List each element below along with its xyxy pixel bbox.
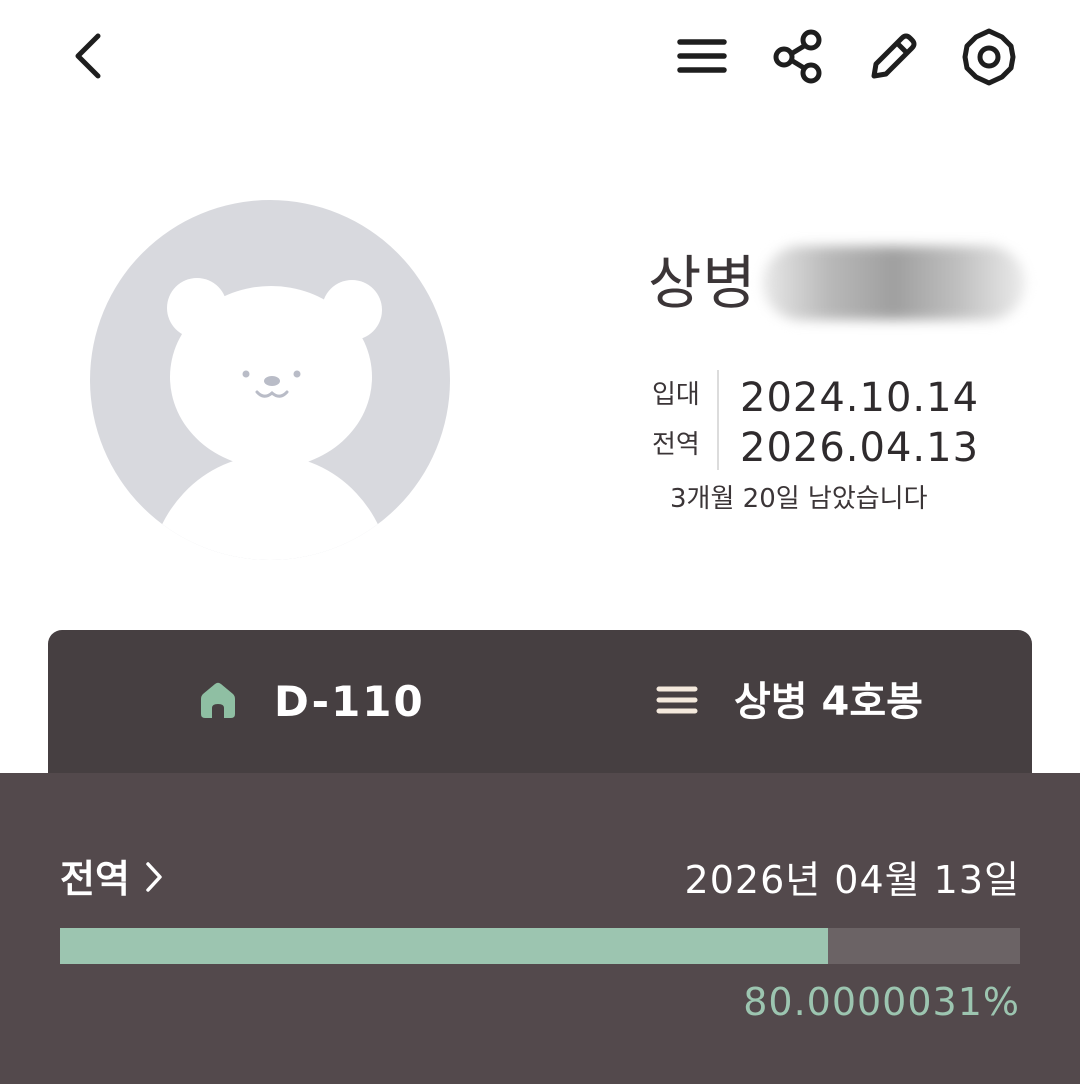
progress-label: 전역: [60, 857, 130, 901]
dday-counter: D-110: [274, 677, 425, 726]
discharge-full-date: 2026년 04월 13일: [684, 858, 1020, 902]
bear-avatar-icon[interactable]: [90, 200, 450, 560]
discharge-progress-section: 전역 2026년 04월 13일 80.0000031%: [0, 773, 1080, 1084]
pencil-icon[interactable]: [864, 26, 924, 86]
home-icon: [198, 680, 238, 724]
discharge-detail-link[interactable]: 전역: [60, 859, 164, 899]
summary-card: D-110 상병 4호봉: [48, 630, 1032, 790]
profile-screen: 상병 입대 2024.10.14 전역 2026.04.13 3개월 20일 남…: [0, 0, 1080, 1084]
enlist-label: 입대: [652, 380, 700, 410]
progress-bar-fill: [60, 928, 828, 964]
rank-label: 상병: [648, 249, 757, 317]
share-icon[interactable]: [768, 26, 828, 86]
date-divider: [717, 370, 719, 470]
rank-grade: 상병 4호봉: [734, 679, 923, 725]
top-bar: [0, 0, 1080, 115]
progress-percent: 80.0000031%: [743, 980, 1020, 1024]
hamburger-menu-icon[interactable]: [674, 28, 730, 84]
list-icon: [656, 680, 698, 724]
chevron-right-icon: [144, 859, 164, 899]
discharge-label: 전역: [652, 430, 700, 460]
grade-button[interactable]: 상병 4호봉: [656, 680, 923, 724]
redacted-name: [762, 246, 1025, 320]
service-dates: 입대 2024.10.14 전역 2026.04.13: [652, 370, 982, 474]
gear-icon[interactable]: [956, 24, 1022, 90]
discharge-date: 2026.04.13: [740, 425, 980, 471]
progress-bar: [60, 928, 1020, 964]
chevron-left-icon[interactable]: [64, 28, 120, 84]
remaining-time-text: 3개월 20일 남았습니다: [670, 484, 928, 514]
enlist-date: 2024.10.14: [740, 375, 980, 421]
profile-name: 상병: [648, 240, 1025, 326]
dday-button[interactable]: D-110: [198, 680, 425, 724]
